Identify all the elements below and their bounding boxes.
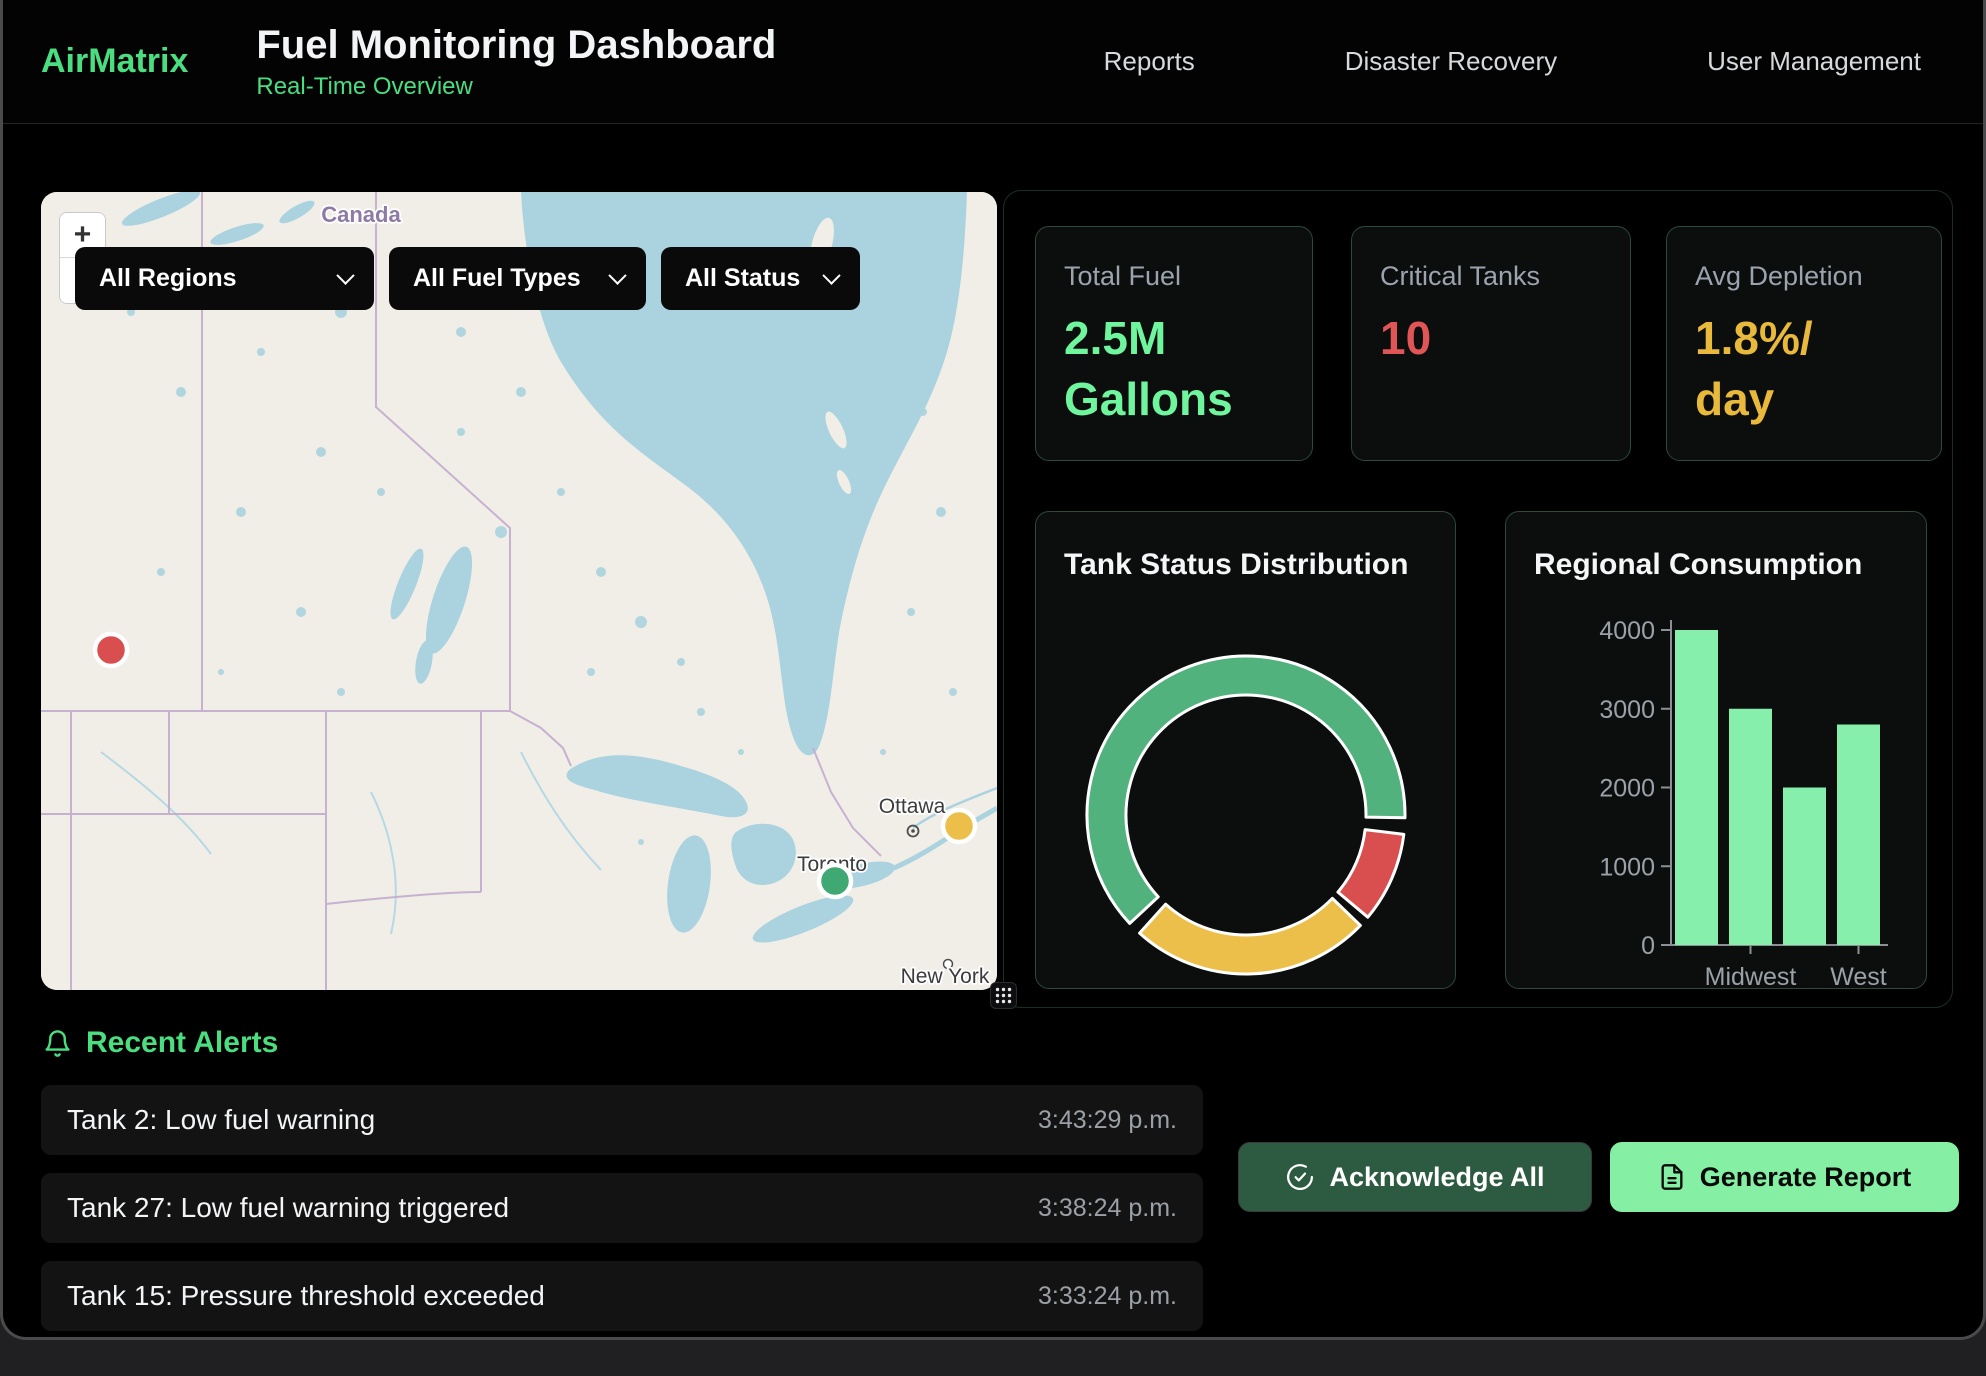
donut-segment-yellow: [1140, 898, 1361, 974]
nav-item-user-management[interactable]: User Management: [1707, 46, 1921, 77]
regional-consumption-bar-chart: 0 1000 2000 3000 4000 Midwest West: [1506, 512, 1926, 987]
page-subtitle: Real-Time Overview: [256, 73, 776, 101]
tank-status-donut-chart: [1036, 512, 1455, 987]
nav-item-reports[interactable]: Reports: [1104, 46, 1195, 77]
alert-text: Tank 2: Low fuel warning: [67, 1104, 375, 1136]
stat-value: 1.8%/ day: [1695, 308, 1913, 429]
alert-text: Tank 15: Pressure threshold exceeded: [67, 1280, 545, 1312]
map-filter-bar: All Regions All Fuel Types All Status: [75, 247, 860, 310]
metrics-panel: Total Fuel 2.5M Gallons Critical Tanks 1…: [1003, 190, 1953, 1008]
acknowledge-all-label: Acknowledge All: [1329, 1162, 1544, 1193]
fuel-type-filter-select[interactable]: All Fuel Types: [389, 247, 646, 310]
alert-row[interactable]: Tank 2: Low fuel warning 3:43:29 p.m.: [41, 1085, 1203, 1155]
brand-logo: AirMatrix: [41, 42, 188, 81]
y-tick-label: 0: [1641, 932, 1655, 960]
status-filter-select[interactable]: All Status: [661, 247, 860, 310]
nav-item-disaster-recovery[interactable]: Disaster Recovery: [1345, 46, 1557, 77]
alert-text: Tank 27: Low fuel warning triggered: [67, 1192, 509, 1224]
stat-card-critical-tanks: Critical Tanks 10: [1351, 226, 1631, 461]
alert-row[interactable]: Tank 27: Low fuel warning triggered 3:38…: [41, 1173, 1203, 1243]
stat-card-total-fuel: Total Fuel 2.5M Gallons: [1035, 226, 1313, 461]
bar-2: [1783, 788, 1826, 946]
map-panel[interactable]: CanadaOttawaTorontoNew York + − All Regi…: [41, 192, 997, 990]
y-tick-label: 1000: [1599, 853, 1655, 881]
stat-label: Critical Tanks: [1380, 261, 1602, 292]
stat-card-avg-depletion: Avg Depletion 1.8%/ day: [1666, 226, 1942, 461]
map-marker[interactable]: [95, 634, 127, 666]
stat-value: 10: [1380, 308, 1602, 369]
chevron-down-icon: [336, 266, 354, 284]
bar-3: [1837, 725, 1880, 946]
region-filter-select[interactable]: All Regions: [75, 247, 374, 310]
alerts-header: Recent Alerts: [43, 1026, 278, 1060]
map-canvas[interactable]: CanadaOttawaTorontoNew York: [41, 192, 997, 990]
app-header: AirMatrix Fuel Monitoring Dashboard Real…: [3, 0, 1983, 124]
main-nav: Reports Disaster Recovery User Managemen…: [1104, 46, 1983, 77]
dashboard-window: AirMatrix Fuel Monitoring Dashboard Real…: [0, 0, 1986, 1340]
alert-time: 3:33:24 p.m.: [1038, 1282, 1177, 1311]
bar-1: [1729, 709, 1772, 945]
alert-row[interactable]: Tank 15: Pressure threshold exceeded 3:3…: [41, 1261, 1203, 1331]
map-marker[interactable]: [943, 810, 975, 842]
alert-time: 3:43:29 p.m.: [1038, 1106, 1177, 1135]
regional-consumption-chart-card: Regional Consumption 01000200030004000Mi…: [1505, 511, 1927, 989]
file-text-icon: [1658, 1163, 1686, 1191]
title-block: Fuel Monitoring Dashboard Real-Time Over…: [256, 23, 776, 101]
stat-label: Avg Depletion: [1695, 261, 1913, 292]
chevron-down-icon: [822, 266, 840, 284]
stat-label: Total Fuel: [1064, 261, 1284, 292]
page-title: Fuel Monitoring Dashboard: [256, 23, 776, 67]
alert-time: 3:38:24 p.m.: [1038, 1194, 1177, 1223]
x-tick-label: Midwest: [1705, 963, 1797, 987]
fuel-type-filter-value: All Fuel Types: [413, 264, 581, 293]
y-tick-label: 4000: [1599, 617, 1655, 645]
alerts-title: Recent Alerts: [86, 1026, 278, 1060]
generate-report-button[interactable]: Generate Report: [1610, 1142, 1959, 1212]
donut-segment-red: [1338, 830, 1404, 918]
y-tick-label: 2000: [1599, 775, 1655, 803]
map-label-canada: Canada: [321, 202, 401, 227]
status-filter-value: All Status: [685, 264, 800, 293]
map-label-new-york: New York: [901, 965, 990, 988]
map-label-ottawa: Ottawa: [879, 795, 946, 818]
x-tick-label: West: [1830, 963, 1887, 987]
stat-value: 2.5M Gallons: [1064, 308, 1284, 429]
map-resize-handle[interactable]: [990, 982, 1017, 1009]
y-tick-label: 3000: [1599, 696, 1655, 724]
acknowledge-all-button[interactable]: Acknowledge All: [1238, 1142, 1592, 1212]
generate-report-label: Generate Report: [1700, 1162, 1912, 1193]
dots-grid-icon: [994, 986, 1013, 1005]
tank-status-chart-card: Tank Status Distribution: [1035, 511, 1456, 989]
chevron-down-icon: [608, 266, 626, 284]
map-marker[interactable]: [819, 865, 851, 897]
bar-0: [1675, 630, 1718, 945]
region-filter-value: All Regions: [99, 264, 237, 293]
bell-icon: [43, 1029, 72, 1058]
check-circle-icon: [1285, 1162, 1315, 1192]
